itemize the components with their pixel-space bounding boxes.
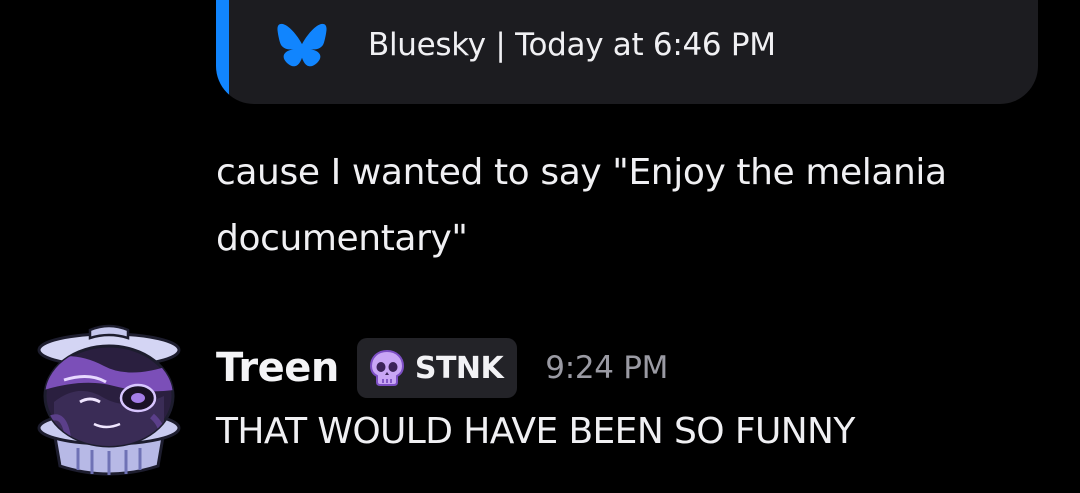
purple-skull-icon	[369, 349, 404, 386]
message-text: THAT WOULD HAVE BEEN SO FUNNY	[216, 411, 855, 452]
server-tag-label: STNK	[414, 350, 504, 386]
embed-footer-text: Bluesky | Today at 6:46 PM	[368, 27, 776, 63]
bluesky-butterfly-icon	[277, 23, 327, 67]
embed-accent-bar	[216, 0, 229, 104]
user-avatar[interactable]	[34, 320, 184, 478]
username[interactable]: Treen	[216, 345, 339, 391]
server-tag[interactable]: STNK	[356, 338, 518, 398]
embed-footer: Bluesky | Today at 6:46 PM	[276, 22, 776, 68]
link-embed[interactable]: Bluesky | Today at 6:46 PM	[216, 0, 1038, 104]
message-header: Treen STNK 9:24 PM	[216, 336, 668, 400]
message-timestamp[interactable]: 9:24 PM	[545, 350, 668, 386]
message-text: cause I wanted to say "Enjoy the melania…	[216, 152, 947, 259]
